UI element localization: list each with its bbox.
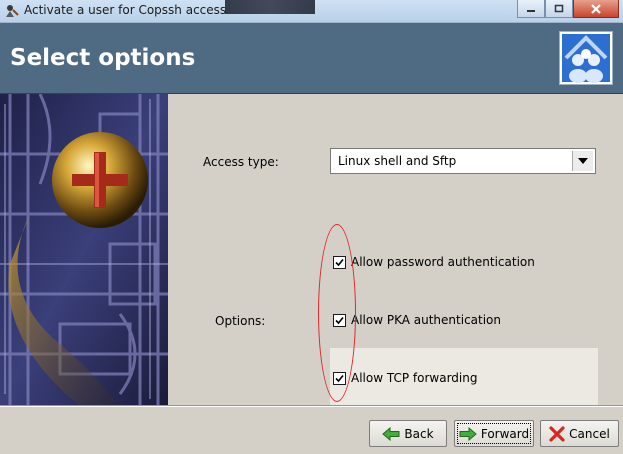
chevron-down-icon: [578, 158, 588, 164]
close-icon: [591, 3, 601, 14]
pka-auth-label: Allow PKA authentication: [351, 313, 501, 327]
options-label: Options:: [215, 314, 266, 328]
maximize-button[interactable]: [545, 0, 573, 18]
wizard-button-bar: Back Forward Cancel: [0, 406, 623, 454]
cancel-x-icon: [549, 425, 565, 442]
arrow-left-icon: [382, 426, 400, 441]
wizard-side-image: [0, 94, 168, 406]
annotation-oval: [318, 224, 356, 402]
title-overlay: [225, 0, 315, 14]
minimize-icon: [527, 9, 535, 12]
option-password-auth[interactable]: Allow password authentication: [333, 255, 535, 269]
access-type-dropdown-button[interactable]: [572, 151, 593, 171]
window-controls: [517, 0, 619, 18]
tcp-forwarding-label: Allow TCP forwarding: [351, 371, 478, 385]
access-type-value: Linux shell and Sftp: [338, 154, 457, 168]
forward-button-label: Forward: [480, 426, 530, 441]
users-logo-icon: [559, 31, 613, 85]
cancel-button[interactable]: Cancel: [540, 420, 619, 447]
arrow-right-icon: [459, 426, 477, 441]
back-button-label: Back: [404, 426, 434, 441]
maximize-icon: [554, 4, 564, 12]
minimize-button[interactable]: [517, 0, 545, 18]
access-type-select[interactable]: Linux shell and Sftp: [330, 148, 596, 174]
password-auth-label: Allow password authentication: [351, 255, 535, 269]
forward-button[interactable]: Forward: [454, 420, 534, 447]
option-tcp-forwarding[interactable]: Allow TCP forwarding: [333, 371, 477, 385]
app-icon: [6, 5, 19, 17]
option-pka-auth[interactable]: Allow PKA authentication: [333, 313, 501, 327]
options-panel: Access type: Linux shell and Sftp Option…: [168, 94, 623, 406]
close-button[interactable]: [573, 0, 619, 18]
wizard-header: Select options: [0, 23, 623, 94]
back-button[interactable]: Back: [369, 420, 447, 447]
cancel-button-label: Cancel: [569, 426, 610, 441]
page-title: Select options: [10, 45, 196, 71]
access-type-label: Access type:: [203, 155, 279, 169]
title-bar: Activate a user for Copssh access: [0, 0, 623, 23]
window-title: Activate a user for Copssh access: [24, 3, 227, 17]
